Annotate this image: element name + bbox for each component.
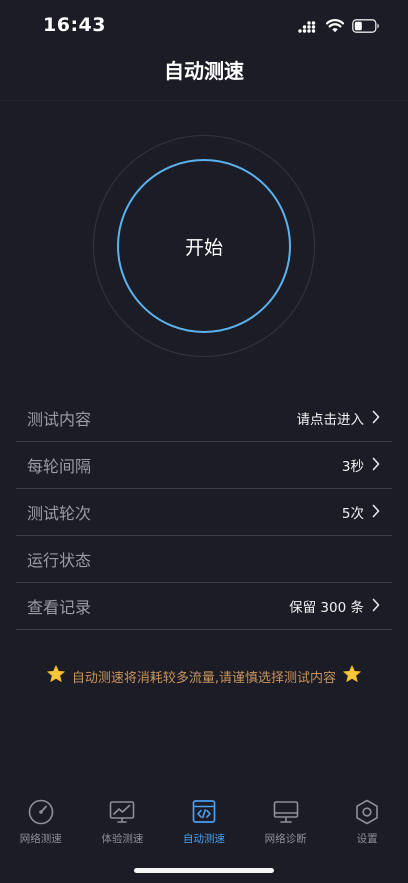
battery-icon [352,18,380,37]
start-button[interactable]: 开始 [117,159,291,333]
tab-bar: 网络测速 体验测速 自动测速 网络诊断 设置 [0,798,408,858]
wifi-icon [325,18,345,37]
start-dial: 开始 [93,135,315,357]
notice-text: 自动测速将消耗较多流量,请谨慎选择测试内容 [71,670,337,686]
settings-list: 测试内容 请点击进入 每轮间隔 3秒 测试轮次 5次 运行状态 查看记录 保留 … [16,395,392,630]
desktop-monitor-icon [272,798,300,826]
row-value: 5次 [341,506,364,522]
row-label: 测试轮次 [27,504,92,523]
start-button-label: 开始 [184,236,223,259]
tab-network-speed[interactable]: 网络测速 [0,798,82,858]
tab-label: 自动测速 [182,833,225,845]
tab-network-diagnosis[interactable]: 网络诊断 [245,798,327,858]
home-indicator [134,868,274,873]
row-value: 请点击进入 [296,412,365,428]
chevron-right-icon [372,503,380,522]
tab-label: 网络诊断 [264,833,307,845]
chart-monitor-icon [108,798,136,826]
tab-label: 网络测速 [19,833,62,845]
row-label: 测试内容 [27,410,92,429]
row-label: 查看记录 [27,598,92,617]
tab-auto-speed[interactable]: 自动测速 [163,798,245,858]
row-value: 保留 300 条 [289,600,364,616]
tab-experience-speed[interactable]: 体验测速 [82,798,164,858]
nav-header: 自动测速 [0,56,408,92]
star-icon [46,664,66,688]
tab-label: 体验测速 [101,833,144,845]
hexagon-gear-icon [353,798,381,826]
traffic-notice: 自动测速将消耗较多流量,请谨慎选择测试内容 [0,664,408,688]
settings-row-rounds[interactable]: 测试轮次 5次 [16,489,392,536]
settings-row-interval[interactable]: 每轮间隔 3秒 [16,442,392,489]
status-icons [298,18,380,37]
row-value-wrap: 请点击进入 [297,408,381,428]
speedometer-icon [27,798,55,826]
tab-settings[interactable]: 设置 [326,798,408,858]
settings-row-records[interactable]: 查看记录 保留 300 条 [16,583,392,630]
page-title: 自动测速 [164,59,244,83]
row-label: 运行状态 [27,551,92,570]
header-divider [0,100,408,101]
settings-row-status: 运行状态 [16,536,392,583]
chevron-right-icon [372,597,380,616]
row-value: 3秒 [341,459,364,475]
row-value-wrap: 3秒 [342,455,380,475]
tab-label: 设置 [356,833,378,845]
row-value-wrap: 5次 [342,502,380,522]
status-time: 16:43 [43,14,106,36]
status-bar: 16:43 [0,0,408,50]
row-value-wrap: 保留 300 条 [289,596,380,616]
cellular-signal-icon [298,18,318,37]
code-window-icon [190,798,218,826]
star-icon [342,664,362,688]
settings-row-test-content[interactable]: 测试内容 请点击进入 [16,395,392,442]
row-label: 每轮间隔 [27,457,92,476]
chevron-right-icon [372,409,380,428]
chevron-right-icon [372,456,380,475]
